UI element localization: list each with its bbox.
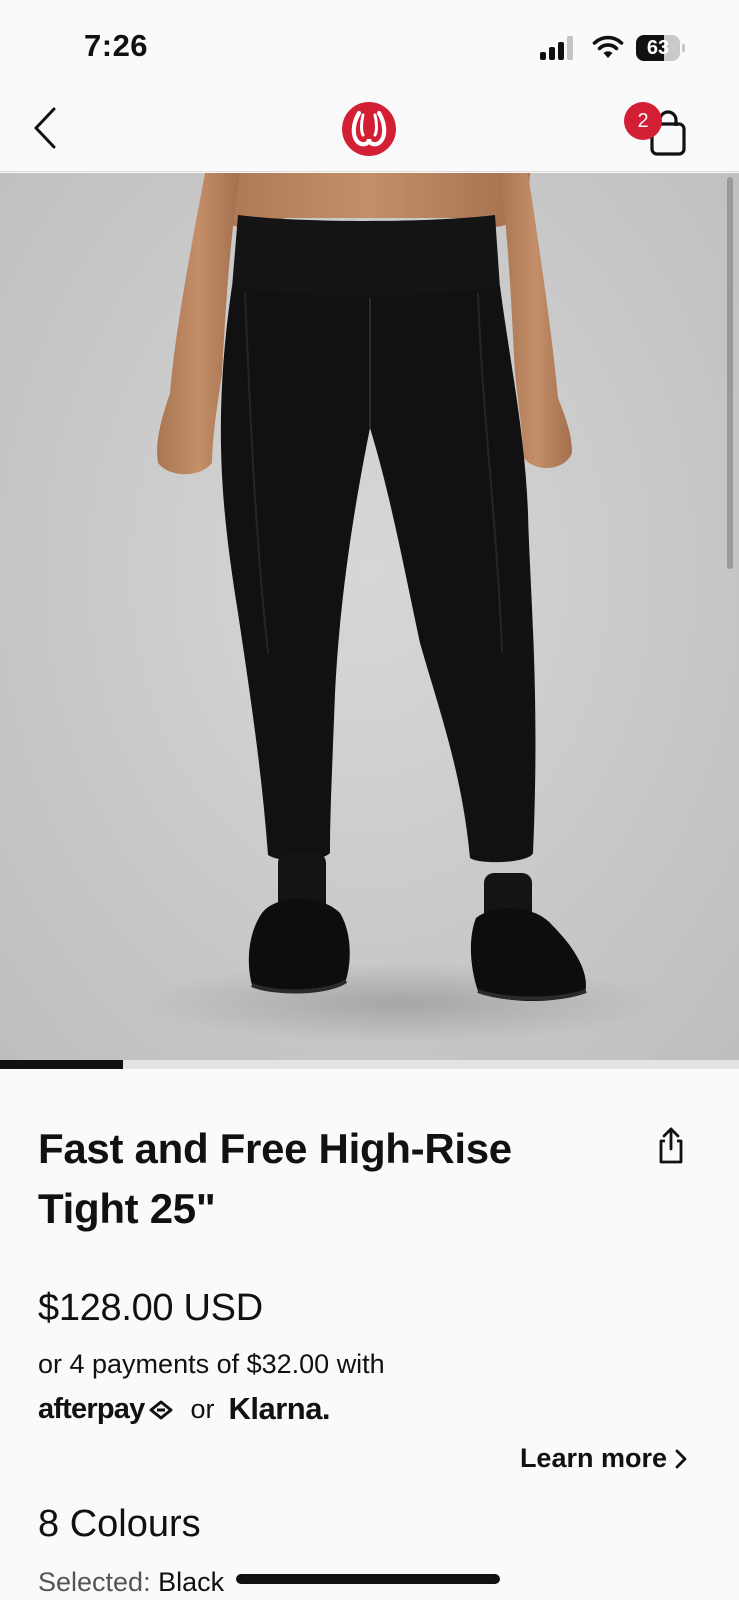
shopping-bag-button[interactable]: 2 <box>620 96 690 166</box>
back-button[interactable] <box>22 100 68 156</box>
selected-value: Black <box>158 1567 225 1597</box>
product-info: Fast and Free High-Rise Tight 25" $128.0… <box>0 1069 739 1600</box>
status-bar: 7:26 63 <box>0 0 739 88</box>
share-button[interactable] <box>654 1125 688 1165</box>
afterpay-icon <box>149 1400 173 1420</box>
share-icon <box>659 1127 683 1164</box>
chevron-left-icon <box>34 107 56 149</box>
learn-more-link[interactable]: Learn more <box>520 1443 687 1474</box>
top-nav-bar: 2 <box>0 88 739 172</box>
product-title: Fast and Free High-Rise Tight 25" <box>38 1125 512 1232</box>
lululemon-logo[interactable] <box>341 101 397 157</box>
installments-text: or 4 payments of $32.00 with <box>38 1349 385 1379</box>
product-photo <box>140 173 660 1043</box>
klarna-link[interactable]: Klarna. <box>228 1391 330 1427</box>
scroll-indicator <box>727 177 733 569</box>
payment-options: afterpay or Klarna. <box>38 1389 331 1429</box>
bag-count-badge: 2 <box>624 102 662 140</box>
product-price: $128.00 USD <box>38 1287 263 1329</box>
gallery-progress-fill <box>0 1060 124 1069</box>
afterpay-label: afterpay <box>38 1392 145 1425</box>
signal-icon <box>540 36 578 60</box>
wifi-icon <box>592 34 624 60</box>
product-image[interactable] <box>0 173 739 1060</box>
colour-count: 8 Colours <box>38 1503 201 1545</box>
afterpay-link[interactable]: afterpay <box>38 1393 176 1426</box>
gallery-progress-bar <box>0 1060 739 1069</box>
battery-percent: 63 <box>646 37 670 59</box>
status-time: 7:26 <box>84 28 149 63</box>
selected-colour: Selected: Black <box>38 1567 224 1598</box>
battery-icon: 63 <box>636 35 685 61</box>
learn-more-label: Learn more <box>519 1443 667 1473</box>
or-text: or <box>190 1393 215 1424</box>
home-indicator[interactable] <box>236 1574 500 1584</box>
selected-label: Selected: <box>38 1567 151 1597</box>
chevron-right-icon <box>675 1449 687 1468</box>
